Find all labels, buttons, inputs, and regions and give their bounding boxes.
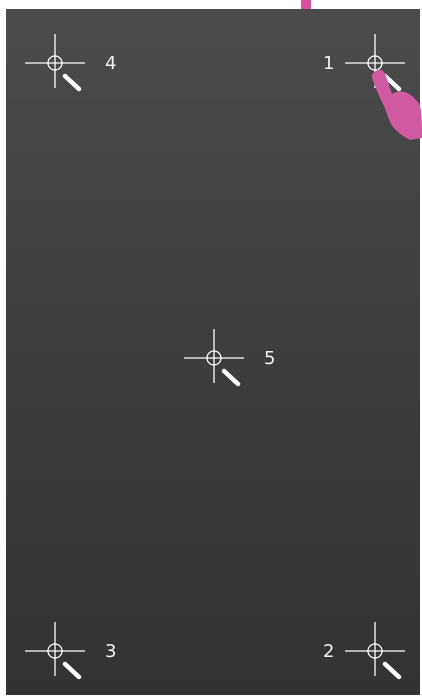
calibration-target-3[interactable]	[23, 620, 87, 684]
calibration-target-5[interactable]	[182, 327, 246, 391]
calibration-crosshair-icon	[25, 622, 85, 680]
pointing-hand-icon	[371, 69, 422, 140]
touch-calibration-screen[interactable]: 4 1 5 3 2	[6, 9, 420, 695]
target-label-2: 2	[323, 641, 335, 662]
target-label-1: 1	[323, 53, 335, 74]
target-label-5: 5	[264, 348, 276, 369]
target-label-4: 4	[105, 53, 117, 74]
calibration-target-2[interactable]	[343, 620, 407, 684]
calibration-crosshair-icon	[345, 622, 405, 680]
calibration-crosshair-icon	[25, 34, 85, 92]
calibration-target-4[interactable]	[23, 32, 87, 96]
target-label-3: 3	[105, 641, 117, 662]
calibration-crosshair-icon	[184, 329, 244, 387]
